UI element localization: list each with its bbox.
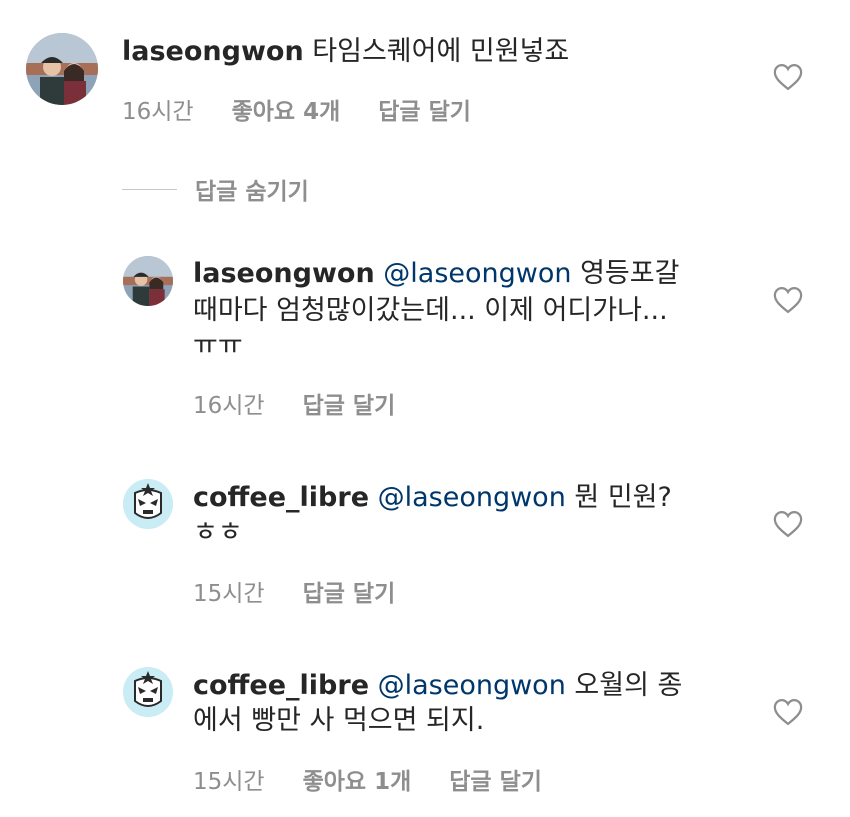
reply-mention[interactable]: @laseongwon	[383, 258, 571, 289]
divider-line	[122, 188, 177, 190]
avatar[interactable]	[123, 256, 173, 306]
heart-outline-icon[interactable]	[773, 286, 803, 314]
reply-time: 15시간	[193, 581, 265, 607]
comment-username[interactable]: laseongwon	[122, 36, 304, 67]
avatar[interactable]	[26, 33, 98, 105]
reply-content-line: 오월의 종	[574, 670, 683, 701]
luchador-mask-avatar-icon	[123, 479, 173, 529]
comment-text: laseongwon 타임스퀘어에 민원넣죠	[122, 36, 569, 67]
reply-time: 16시간	[193, 393, 265, 419]
comment-content: 타임스퀘어에 민원넣죠	[312, 36, 570, 67]
reply-button[interactable]: 답글 달기	[303, 386, 396, 420]
reply-meta: 16시간 답글 달기	[193, 386, 395, 420]
reply-username[interactable]: laseongwon	[193, 258, 375, 289]
reply-button[interactable]: 답글 달기	[449, 762, 542, 796]
comment-meta: 16시간 좋아요 4개 답글 달기	[122, 92, 471, 126]
reply-meta: 15시간 좋아요 1개 답글 달기	[193, 762, 542, 796]
couple-photo-avatar-icon	[26, 33, 98, 105]
reply-text: laseongwon @laseongwon 영등포갈 때마다 엄청많이갔는데.…	[193, 258, 733, 361]
reply-username[interactable]: coffee_libre	[193, 670, 369, 701]
reply-content-line: 영등포갈	[580, 258, 680, 289]
reply-mention[interactable]: @laseongwon	[378, 670, 566, 701]
reply-meta: 15시간 답글 달기	[193, 574, 395, 608]
reply-likes[interactable]: 좋아요 1개	[303, 762, 412, 796]
heart-outline-icon[interactable]	[773, 698, 803, 726]
couple-photo-avatar-icon	[123, 256, 173, 306]
reply-content-line: 때마다 엄청많이갔는데... 이제 어디가나...	[193, 295, 668, 326]
comment-likes[interactable]: 좋아요 4개	[232, 92, 341, 126]
hide-replies-label: 답글 숨기기	[195, 179, 309, 205]
avatar[interactable]	[123, 479, 173, 529]
reply-button[interactable]: 답글 달기	[378, 92, 471, 126]
avatar[interactable]	[123, 667, 173, 717]
reply-button[interactable]: 답글 달기	[303, 574, 396, 608]
reply-text: coffee_libre @laseongwon 뭔 민원? ㅎㅎ	[193, 482, 733, 548]
hide-replies-toggle[interactable]: 답글 숨기기	[122, 172, 309, 206]
reply-text: coffee_libre @laseongwon 오월의 종 에서 빵만 사 먹…	[193, 670, 733, 736]
comment-time: 16시간	[122, 99, 194, 125]
heart-outline-icon[interactable]	[773, 63, 803, 91]
reply-content-line: 에서 빵만 사 먹으면 되지.	[193, 705, 485, 736]
reply-content-line: ㅠㅠ	[193, 330, 243, 361]
reply-time: 15시간	[193, 769, 265, 795]
luchador-mask-avatar-icon	[123, 667, 173, 717]
reply-mention[interactable]: @laseongwon	[378, 482, 566, 513]
reply-content-line: 뭔 민원?	[574, 482, 672, 513]
reply-content-line: ㅎㅎ	[193, 517, 243, 548]
heart-outline-icon[interactable]	[773, 510, 803, 538]
reply-username[interactable]: coffee_libre	[193, 482, 369, 513]
